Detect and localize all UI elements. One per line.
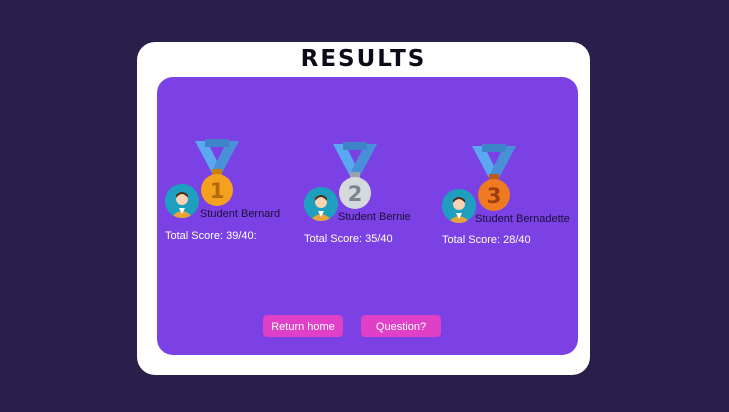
student-avatar-icon bbox=[442, 189, 476, 223]
podium-first: 1 Student Bernard Total Score: 39/40: bbox=[165, 139, 315, 249]
return-home-button[interactable]: Return home bbox=[263, 315, 343, 337]
page-title: RESULTS bbox=[300, 46, 427, 72]
student-name: Student Bernard bbox=[200, 208, 281, 220]
student-score: Total Score: 35/40 bbox=[304, 233, 393, 245]
student-score: Total Score: 28/40 bbox=[442, 234, 531, 246]
student-name: Student Bernie bbox=[338, 211, 411, 223]
student-avatar-icon bbox=[304, 187, 338, 221]
svg-text:3: 3 bbox=[487, 184, 502, 208]
student-score: Total Score: 39/40: bbox=[165, 230, 257, 242]
student-name: Student Bernadette bbox=[475, 213, 570, 225]
student-avatar-icon bbox=[165, 184, 199, 218]
podium-second: 2 Student Bernie Total Score: 35/40 bbox=[304, 142, 454, 252]
results-card: RESULTS 1 Student Bernard Total Score: 3… bbox=[137, 42, 590, 375]
podium-third: 3 Student Bernadette Total Score: 28/40 bbox=[442, 144, 592, 254]
results-panel: 1 Student Bernard Total Score: 39/40: 2 … bbox=[157, 77, 578, 355]
svg-text:1: 1 bbox=[210, 179, 225, 203]
question-button[interactable]: Question? bbox=[361, 315, 441, 337]
svg-text:2: 2 bbox=[348, 182, 363, 206]
